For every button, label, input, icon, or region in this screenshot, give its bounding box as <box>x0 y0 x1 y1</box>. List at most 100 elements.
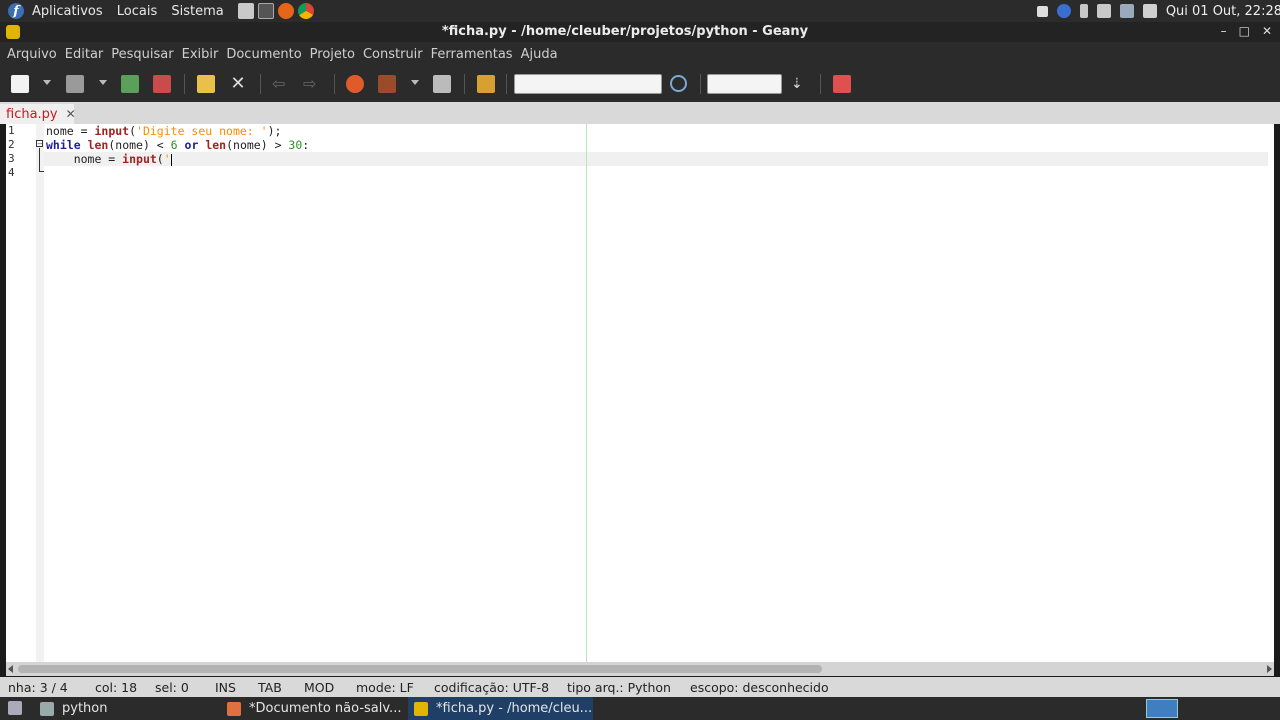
goto-line-icon[interactable]: ⇣ <box>791 75 809 93</box>
text-cursor <box>170 153 172 166</box>
toolbar: ✕ ⇦ ⇨ ⇣ <box>0 66 1280 102</box>
search-icon[interactable] <box>670 75 687 92</box>
line-number: 3 <box>8 152 15 165</box>
folder-icon <box>40 701 54 716</box>
maximize-button[interactable]: □ <box>1239 24 1250 38</box>
close-button[interactable]: ✕ <box>1262 24 1272 38</box>
build-icon[interactable] <box>378 75 396 93</box>
menu-documento[interactable]: Documento <box>226 47 301 62</box>
bottom-taskbar: python *Documento não-salv... *ficha.py … <box>0 697 1280 720</box>
clock[interactable]: Qui 01 Out, 22:28 <box>1166 4 1280 19</box>
document-tabbar: ficha.py ✕ <box>0 102 1280 124</box>
line-number: 4 <box>8 166 15 179</box>
code-line-2: while len(nome) < 6 or len(nome) > 30: <box>46 138 310 152</box>
menu-construir[interactable]: Construir <box>363 47 423 62</box>
system-tray: Qui 01 Out, 22:28 <box>1036 0 1280 22</box>
status-col: col: 18 <box>95 680 138 695</box>
status-sel: sel: 0 <box>155 680 189 695</box>
minimize-button[interactable]: – <box>1221 24 1227 38</box>
search-input[interactable] <box>514 74 662 94</box>
stop-icon[interactable] <box>1036 5 1048 17</box>
status-encoding: codificação: UTF-8 <box>434 680 550 695</box>
taskbar-item-geany[interactable]: *ficha.py - /home/cleu... <box>408 697 593 720</box>
status-filetype: tipo arq.: Python <box>567 680 671 695</box>
menu-ajuda[interactable]: Ajuda <box>521 47 558 62</box>
menu-ferramentas[interactable]: Ferramentas <box>431 47 513 62</box>
status-mod: MOD <box>304 680 335 695</box>
taskbar-item-document[interactable]: *Documento não-salv... <box>227 697 407 720</box>
status-ins: INS <box>215 680 236 695</box>
clipboard-icon[interactable] <box>1142 4 1157 18</box>
status-mode: mode: LF <box>356 680 414 695</box>
menu-pesquisar[interactable]: Pesquisar <box>111 47 173 62</box>
menu-editar[interactable]: Editar <box>65 47 104 62</box>
back-icon[interactable]: ⇦ <box>272 75 290 93</box>
open-file-icon[interactable] <box>66 75 84 93</box>
microphone-icon[interactable] <box>1079 4 1088 18</box>
code-line-1: nome = input('Digite seu nome: '); <box>46 124 282 138</box>
line-number: 2 <box>8 138 15 151</box>
window-titlebar[interactable]: *ficha.py - /home/cleuber/projetos/pytho… <box>0 22 1280 42</box>
line-number: 1 <box>8 124 15 137</box>
code-editor[interactable]: 1 2 3 4 − nome = input('Digite seu nome:… <box>6 124 1274 662</box>
geany-icon <box>414 701 428 716</box>
file-manager-launcher-icon[interactable] <box>237 3 254 19</box>
forward-icon[interactable]: ⇨ <box>303 75 321 93</box>
build-dropdown-icon[interactable] <box>411 80 419 85</box>
open-file-dropdown-icon[interactable] <box>99 80 107 85</box>
menu-exibir[interactable]: Exibir <box>182 47 219 62</box>
terminal-launcher-icon[interactable] <box>257 3 274 19</box>
network-icon[interactable] <box>1119 4 1134 18</box>
taskbar-item-label: *ficha.py - /home/cleu... <box>436 701 593 716</box>
window-title: *ficha.py - /home/cleuber/projetos/pytho… <box>441 24 809 39</box>
menu-projeto[interactable]: Projeto <box>310 47 355 62</box>
tab-close-icon[interactable]: ✕ <box>66 107 76 121</box>
close-file-icon[interactable]: ✕ <box>229 75 247 93</box>
bluetooth-icon[interactable] <box>1056 4 1071 18</box>
top-menu: Aplicativos Locais Sistema <box>32 4 234 19</box>
save-icon[interactable] <box>121 75 139 93</box>
status-scope: escopo: desconhecido <box>690 680 829 695</box>
workspace-switcher[interactable] <box>1146 699 1178 718</box>
code-text[interactable]: nome = input('Digite seu nome: '); while … <box>46 124 309 180</box>
status-tab: TAB <box>258 680 282 695</box>
statusbar: nha: 3 / 4 col: 18 sel: 0 INS TAB MOD mo… <box>0 677 1280 697</box>
menu-sistema[interactable]: Sistema <box>171 4 223 19</box>
volume-icon[interactable] <box>1096 4 1111 18</box>
firefox-launcher-icon[interactable] <box>277 3 294 19</box>
execute-icon[interactable] <box>433 75 451 93</box>
show-desktop-icon[interactable] <box>8 701 22 715</box>
revert-icon[interactable] <box>197 75 215 93</box>
taskbar-item-python[interactable]: python <box>40 697 220 720</box>
fedora-logo-icon[interactable]: f <box>8 3 24 19</box>
fold-margin <box>36 124 44 662</box>
chrome-launcher-icon[interactable] <box>297 3 314 19</box>
fold-toggle-icon[interactable]: − <box>36 140 43 148</box>
compile-icon[interactable] <box>346 75 364 93</box>
tab-label: ficha.py <box>6 106 58 122</box>
save-all-icon[interactable] <box>153 75 171 93</box>
scroll-left-icon[interactable] <box>8 665 13 673</box>
quit-icon[interactable] <box>833 75 851 93</box>
long-line-marker <box>586 124 587 662</box>
menu-aplicativos[interactable]: Aplicativos <box>32 4 103 19</box>
menu-locais[interactable]: Locais <box>117 4 157 19</box>
new-file-icon[interactable] <box>11 75 29 93</box>
taskbar-item-label: *Documento não-salv... <box>249 701 402 716</box>
tab-ficha-py[interactable]: ficha.py ✕ <box>0 104 76 124</box>
color-chooser-icon[interactable] <box>477 75 495 93</box>
status-line: nha: 3 / 4 <box>8 680 68 695</box>
scrollbar-thumb[interactable] <box>18 665 822 673</box>
scroll-right-icon[interactable] <box>1267 665 1272 673</box>
horizontal-scrollbar[interactable] <box>6 662 1274 676</box>
new-file-dropdown-icon[interactable] <box>43 80 51 85</box>
top-panel: f Aplicativos Locais Sistema Qui 01 Out,… <box>0 0 1280 22</box>
taskbar-item-label: python <box>62 701 108 716</box>
line-number-gutter: 1 2 3 4 <box>6 124 36 662</box>
menu-arquivo[interactable]: Arquivo <box>7 47 57 62</box>
text-editor-icon <box>227 701 241 716</box>
code-line-3: nome = input(' <box>46 152 172 166</box>
menubar: Arquivo Editar Pesquisar Exibir Document… <box>0 42 1280 66</box>
goto-line-input[interactable] <box>707 74 782 94</box>
